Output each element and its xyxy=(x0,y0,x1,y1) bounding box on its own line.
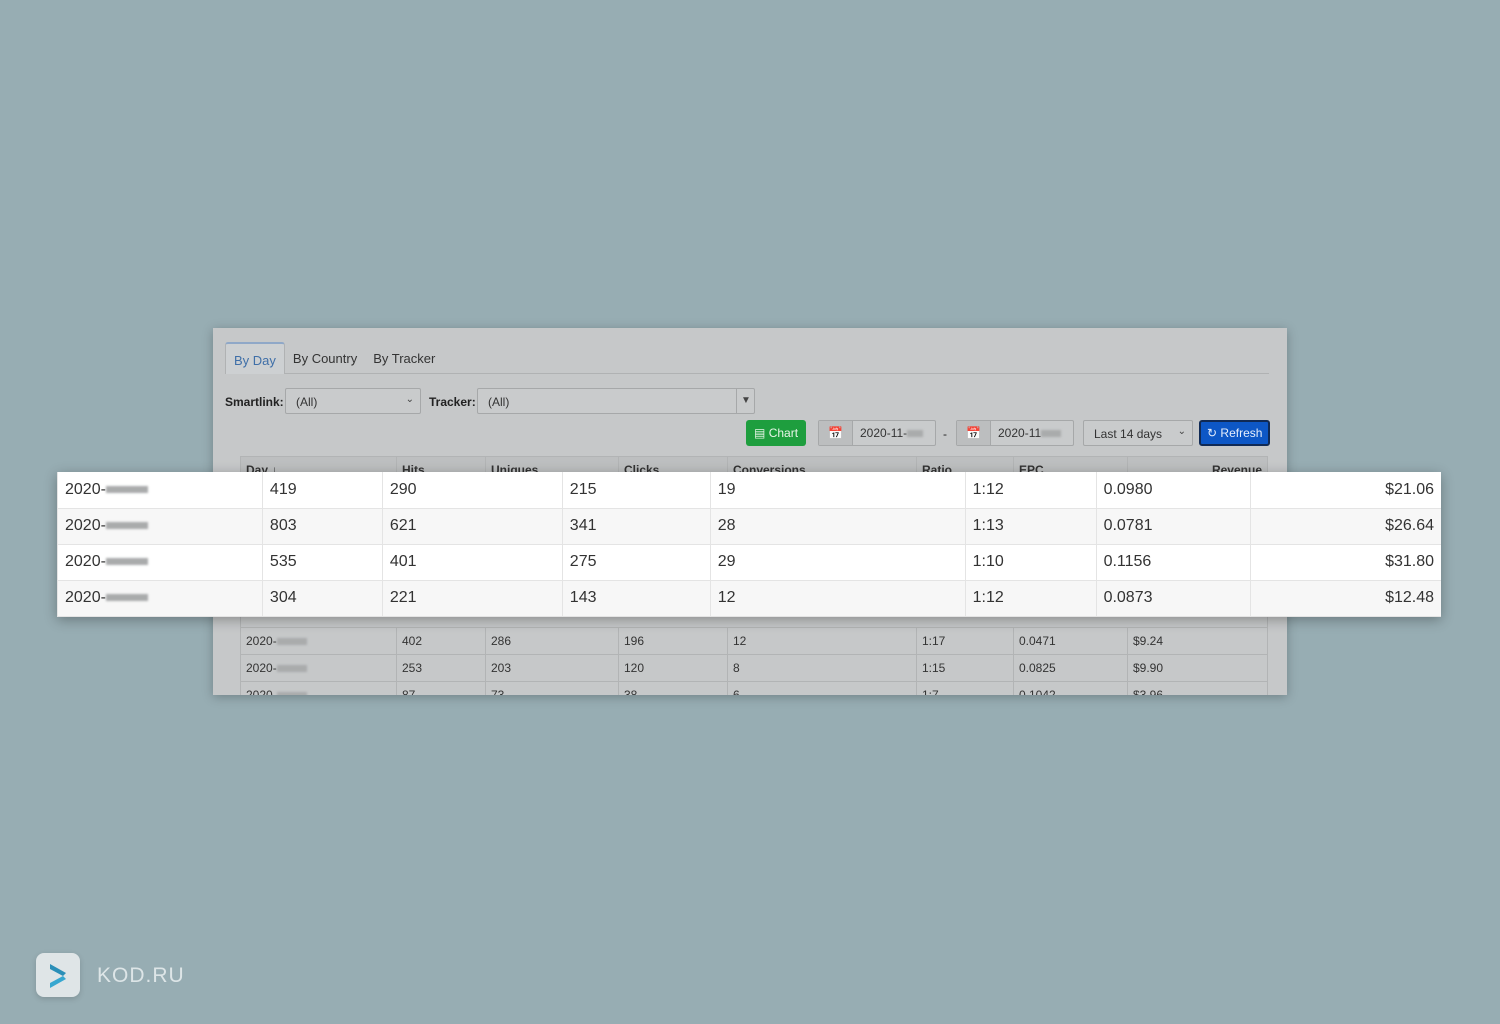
cell-revenue: $12.48 xyxy=(1249,580,1441,617)
tab-bar: By Day By Country By Tracker xyxy=(225,342,1269,374)
tracker-value: (All) xyxy=(488,395,510,409)
cell-conversions: 12 xyxy=(727,627,917,655)
cell-ratio: 1:17 xyxy=(916,627,1014,655)
cell-clicks: 215 xyxy=(561,472,711,509)
cell-conversions: 19 xyxy=(709,472,966,509)
cell-revenue: $26.64 xyxy=(1249,508,1441,545)
watermark: KOD.RU xyxy=(97,964,185,987)
cell-epc: 0.0825 xyxy=(1013,654,1128,682)
cell-epc: 0.0781 xyxy=(1095,508,1251,545)
smartlink-value: (All) xyxy=(296,395,318,409)
cell-uniques: 290 xyxy=(381,472,563,509)
tracker-select[interactable]: (All) ▼ xyxy=(477,388,755,414)
refresh-label: Refresh xyxy=(1220,426,1263,440)
date-from-input[interactable]: 📅 2020-11- xyxy=(818,420,936,446)
cell-ratio: 1:12 xyxy=(964,472,1097,509)
cell-conversions: 28 xyxy=(709,508,966,545)
calendar-icon: 📅 xyxy=(819,421,853,445)
cell-clicks: 196 xyxy=(618,627,728,655)
tab-by-tracker[interactable]: By Tracker xyxy=(365,342,443,374)
cell-uniques: 286 xyxy=(485,627,619,655)
cell-day: 2020- xyxy=(240,681,397,695)
cell-clicks: 38 xyxy=(618,681,728,695)
cell-hits: 87 xyxy=(396,681,486,695)
cell-hits: 253 xyxy=(396,654,486,682)
calendar-icon: 📅 xyxy=(957,421,991,445)
cell-uniques: 73 xyxy=(485,681,619,695)
cell-conversions: 6 xyxy=(727,681,917,695)
chart-label: Chart xyxy=(768,426,799,440)
cell-hits: 419 xyxy=(261,472,383,509)
cell-clicks: 143 xyxy=(561,580,711,617)
cell-day: 2020- xyxy=(57,472,263,509)
range-select[interactable]: Last 14 days ⌄ xyxy=(1083,420,1193,446)
date-to-input[interactable]: 📅 2020-11 xyxy=(956,420,1074,446)
cell-ratio: 1:12 xyxy=(964,580,1097,617)
cell-epc: 0.0980 xyxy=(1095,472,1251,509)
cell-day: 2020- xyxy=(240,627,397,655)
cell-uniques: 203 xyxy=(485,654,619,682)
cell-uniques: 621 xyxy=(381,508,563,545)
cell-hits: 304 xyxy=(261,580,383,617)
date-from-value: 2020-11- xyxy=(860,426,908,440)
bar-chart-icon: ▤ xyxy=(754,426,766,440)
chevron-down-icon: ⌄ xyxy=(1177,426,1186,437)
cell-conversions: 12 xyxy=(709,580,966,617)
cell-ratio: 1:15 xyxy=(916,654,1014,682)
cell-conversions: 29 xyxy=(709,544,966,581)
chart-button[interactable]: ▤ Chart xyxy=(746,420,807,446)
cell-day: 2020- xyxy=(57,508,263,545)
kod-logo-icon xyxy=(36,953,80,997)
cell-hits: 402 xyxy=(396,627,486,655)
cell-uniques: 221 xyxy=(381,580,563,617)
cell-epc: 0.0471 xyxy=(1013,627,1128,655)
cell-revenue: $9.24 xyxy=(1127,627,1268,655)
refresh-icon: ↻ xyxy=(1207,426,1218,440)
tracker-label: Tracker: xyxy=(429,395,476,409)
date-separator: - xyxy=(943,427,947,441)
cell-epc: 0.0873 xyxy=(1095,580,1251,617)
cell-hits: 535 xyxy=(261,544,383,581)
tab-by-country[interactable]: By Country xyxy=(285,342,365,374)
cell-clicks: 275 xyxy=(561,544,711,581)
caret-down-icon: ▼ xyxy=(736,389,754,413)
table-row: 2020- 419 290 215 19 1:12 0.0980 $21.06 xyxy=(57,472,1441,509)
cell-revenue: $9.90 xyxy=(1127,654,1268,682)
table-row: 2020- 803 621 341 28 1:13 0.0781 $26.64 xyxy=(57,508,1441,545)
smartlink-select[interactable]: (All) ⌄ xyxy=(285,388,421,414)
cell-epc: 0.1042 xyxy=(1013,681,1128,695)
cell-revenue: $21.06 xyxy=(1249,472,1441,509)
tab-by-day[interactable]: By Day xyxy=(225,342,285,374)
cell-clicks: 341 xyxy=(561,508,711,545)
smartlink-label: Smartlink: xyxy=(225,395,284,409)
table-row: 2020- 535 401 275 29 1:10 0.1156 $31.80 xyxy=(57,544,1441,581)
table-row: 2020- 253 203 120 8 1:15 0.0825 $9.90 xyxy=(240,654,1268,682)
cell-hits: 803 xyxy=(261,508,383,545)
cell-day: 2020- xyxy=(57,544,263,581)
cell-revenue: $31.80 xyxy=(1249,544,1441,581)
cell-day: 2020- xyxy=(240,654,397,682)
cell-ratio: 1:10 xyxy=(964,544,1097,581)
table-row: 2020- 304 221 143 12 1:12 0.0873 $12.48 xyxy=(57,580,1441,617)
cell-day: 2020- xyxy=(57,580,263,617)
cell-epc: 0.1156 xyxy=(1095,544,1251,581)
date-to-value: 2020-11 xyxy=(998,426,1042,440)
chevron-down-icon: ⌄ xyxy=(405,394,414,405)
refresh-button[interactable]: ↻ Refresh xyxy=(1199,420,1271,446)
cell-conversions: 8 xyxy=(727,654,917,682)
cell-revenue: $3.96 xyxy=(1127,681,1268,695)
table-row: 2020- 87 73 38 6 1:7 0.1042 $3.96 xyxy=(240,681,1268,695)
range-value: Last 14 days xyxy=(1094,427,1163,441)
cell-uniques: 401 xyxy=(381,544,563,581)
cell-ratio: 1:13 xyxy=(964,508,1097,545)
cell-ratio: 1:7 xyxy=(916,681,1014,695)
table-row: 2020- 402 286 196 12 1:17 0.0471 $9.24 xyxy=(240,627,1268,655)
zoomed-rows-table: 2020- 419 290 215 19 1:12 0.0980 $21.06 2020- 803… xyxy=(57,472,1441,617)
cell-clicks: 120 xyxy=(618,654,728,682)
